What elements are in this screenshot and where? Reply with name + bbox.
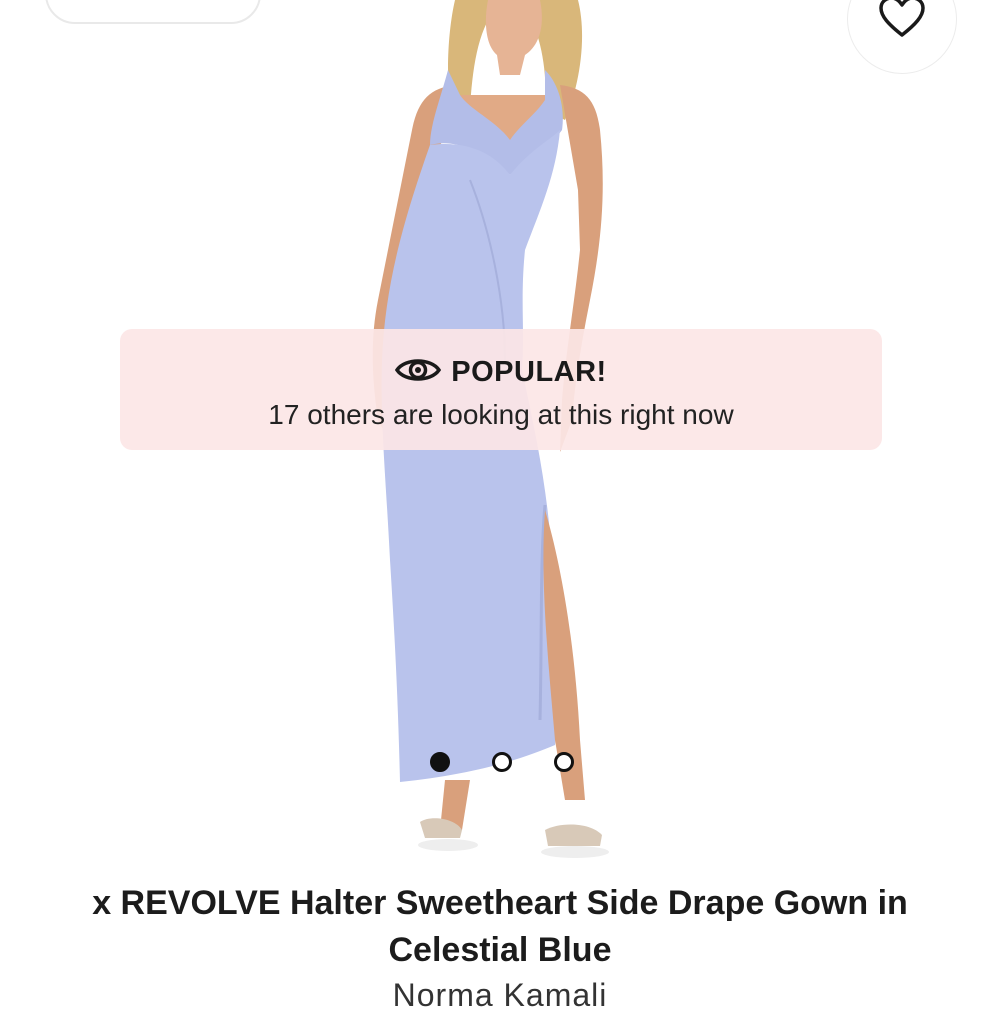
product-title: x REVOLVE Halter Sweetheart Side Drape G… xyxy=(92,884,908,969)
gallery-dot-3[interactable] xyxy=(554,752,574,772)
gallery-pagination xyxy=(430,752,574,772)
popular-banner-title-row: POPULAR! xyxy=(120,355,882,390)
gallery-dot-1[interactable] xyxy=(430,752,450,772)
popular-banner-message: 17 others are looking at this right now xyxy=(268,399,734,430)
popular-banner-title: POPULAR! xyxy=(451,356,607,388)
eye-icon xyxy=(395,355,442,390)
popular-banner: POPULAR! 17 others are looking at this r… xyxy=(120,329,882,450)
brand-name[interactable]: Norma Kamali xyxy=(0,977,1000,1014)
gallery-dot-2[interactable] xyxy=(492,752,512,772)
heart-icon xyxy=(878,0,926,43)
